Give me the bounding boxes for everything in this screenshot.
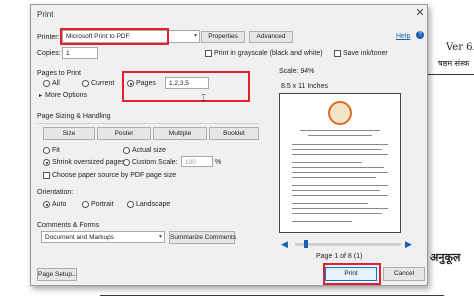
preview-line — [292, 190, 380, 191]
preview-line — [292, 162, 362, 163]
print-dialog: Print ✕ Printer: Microsoft Print to PDF … — [30, 4, 428, 286]
fit-radio[interactable] — [43, 147, 50, 154]
current-label: Current — [91, 80, 115, 87]
preview-line — [292, 203, 368, 204]
version-text: Ver 6.0 — [446, 42, 474, 53]
preview-line — [292, 172, 388, 173]
preview-line — [292, 213, 382, 214]
portrait-label: Portrait — [91, 201, 114, 208]
landscape-radio[interactable] — [127, 201, 134, 208]
preview-line — [292, 154, 388, 155]
preview-line — [300, 130, 380, 131]
next-page-icon[interactable]: ▶ — [405, 239, 412, 250]
multiple-button[interactable]: Multiple — [153, 127, 207, 140]
size-button[interactable]: Size — [43, 127, 95, 140]
hindi-text: अनुकूल — [430, 251, 461, 264]
custom-scale-label: Custom Scale: — [132, 159, 178, 166]
custom-scale-input[interactable]: 100 — [181, 156, 213, 167]
auto-radio[interactable] — [43, 201, 50, 208]
page-size-label: 8.5 x 11 Inches — [281, 83, 328, 90]
pages-to-print-heading: Pages to Print — [37, 70, 81, 77]
save-ink-label: Save ink/toner — [343, 50, 388, 57]
fit-label: Fit — [52, 147, 60, 154]
page-slider-thumb[interactable] — [303, 240, 308, 248]
current-radio[interactable] — [82, 80, 89, 87]
booklet-button[interactable]: Booklet — [209, 127, 259, 140]
comments-forms-select[interactable]: Document and Markups ▾ — [41, 231, 165, 243]
print-preview — [279, 93, 401, 233]
page-sizing-heading: Page Sizing & Handling — [37, 113, 111, 120]
summarize-comments-button[interactable]: Summarize Comments — [169, 231, 236, 244]
grayscale-checkbox[interactable] — [205, 50, 212, 57]
more-options-link[interactable]: More Options — [45, 92, 87, 99]
custom-scale-radio[interactable] — [123, 159, 130, 166]
section-divider — [37, 123, 259, 124]
shrink-label: Shrink oversized pages — [52, 159, 125, 166]
chevron-down-icon: ▾ — [193, 33, 197, 39]
preview-line — [292, 177, 376, 178]
preview-line — [308, 135, 372, 136]
highlight-pages — [122, 71, 250, 102]
percent-label: % — [215, 159, 222, 166]
preview-line — [292, 149, 382, 150]
advanced-button[interactable]: Advanced — [249, 31, 293, 43]
all-radio[interactable] — [43, 80, 50, 87]
copies-value: 1 — [66, 50, 70, 57]
dialog-title: Print — [37, 10, 54, 19]
grayscale-label: Print in grayscale (black and white) — [214, 50, 323, 57]
document-rule-bottom — [100, 295, 444, 296]
help-link[interactable]: Help — [396, 33, 410, 40]
auto-label: Auto — [52, 201, 67, 208]
custom-scale-value: 100 — [185, 159, 196, 166]
comments-forms-value: Document and Markups — [45, 234, 115, 241]
orientation-heading: Orientation: — [37, 189, 74, 196]
highlight-printer — [60, 28, 169, 45]
landscape-label: Landscape — [136, 201, 171, 208]
background-strip — [0, 286, 474, 305]
scale-label: Scale: 94% — [279, 68, 315, 75]
copies-input[interactable]: 1 — [62, 47, 98, 59]
highlight-print — [323, 263, 381, 285]
shrink-radio[interactable] — [43, 159, 50, 166]
chevron-down-icon: ▾ — [158, 234, 162, 240]
help-icon[interactable]: ? — [416, 31, 424, 39]
hindi-heading: षष्ठम संस्क — [438, 59, 470, 68]
page-count-label: Page 1 of 8 (1) — [316, 253, 363, 260]
mouse-cursor-icon: ⌶ — [201, 93, 207, 103]
properties-button[interactable]: Properties — [201, 31, 245, 43]
expand-triangle-icon[interactable]: ▸ — [39, 92, 42, 99]
paper-source-label: Choose paper source by PDF page size — [52, 172, 177, 179]
page-setup-button[interactable]: Page Setup... — [37, 268, 77, 281]
preview-line — [292, 208, 388, 209]
cancel-button[interactable]: Cancel — [383, 267, 425, 281]
copies-label: Copies: — [37, 50, 61, 57]
comments-forms-heading: Comments & Forms — [37, 222, 100, 229]
preview-emblem — [328, 101, 352, 125]
preview-line — [292, 167, 384, 168]
preview-line — [292, 221, 352, 222]
document-rule — [428, 74, 474, 75]
paper-source-checkbox[interactable] — [43, 172, 50, 179]
actual-size-radio[interactable] — [123, 147, 130, 154]
poster-button[interactable]: Poster — [97, 127, 151, 140]
previous-page-icon[interactable]: ◀ — [281, 239, 288, 250]
all-label: All — [52, 80, 60, 87]
save-ink-checkbox[interactable] — [334, 50, 341, 57]
background-document: Ver 6.0 षष्ठम संस्क अनुकूल — [428, 0, 474, 305]
portrait-radio[interactable] — [82, 201, 89, 208]
preview-line — [292, 195, 388, 196]
close-icon[interactable]: ✕ — [413, 6, 427, 20]
page-slider-track[interactable] — [295, 243, 401, 246]
preview-line — [292, 144, 388, 145]
preview-line — [292, 185, 388, 186]
printer-label: Printer: — [37, 34, 60, 41]
actual-size-label: Actual size — [132, 147, 166, 154]
